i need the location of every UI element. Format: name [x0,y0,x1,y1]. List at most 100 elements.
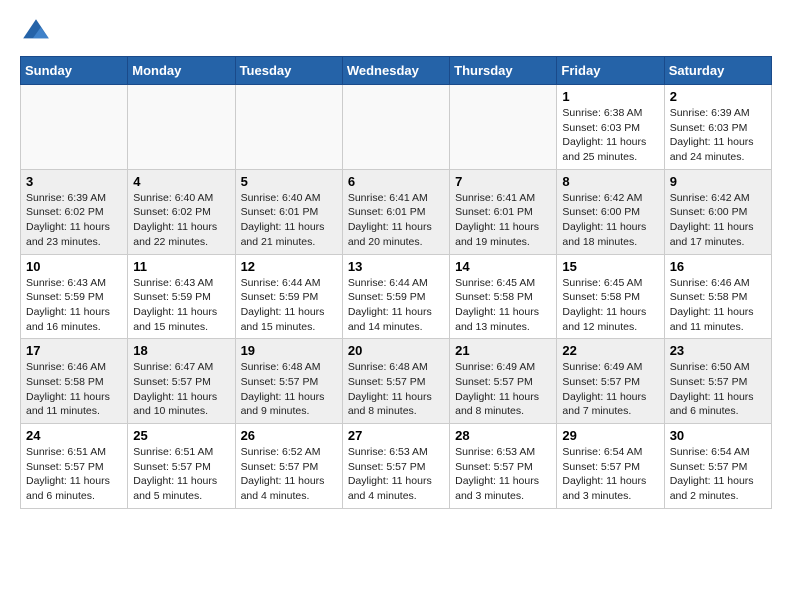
calendar-cell: 27 Sunrise: 6:53 AM Sunset: 5:57 PM Dayli… [342,424,449,509]
day-number: 28 [455,428,551,443]
day-info: Sunrise: 6:54 AM Sunset: 5:57 PM Dayligh… [670,445,766,504]
calendar-cell [21,85,128,170]
calendar-cell: 9 Sunrise: 6:42 AM Sunset: 6:00 PM Daylig… [664,169,771,254]
day-info: Sunrise: 6:49 AM Sunset: 5:57 PM Dayligh… [455,360,551,419]
day-number: 2 [670,89,766,104]
calendar-cell: 28 Sunrise: 6:53 AM Sunset: 5:57 PM Dayli… [450,424,557,509]
weekday-header: Monday [128,57,235,85]
day-number: 19 [241,343,337,358]
weekday-header: Friday [557,57,664,85]
day-number: 17 [26,343,122,358]
weekday-header: Thursday [450,57,557,85]
calendar-cell: 1 Sunrise: 6:38 AM Sunset: 6:03 PM Daylig… [557,85,664,170]
calendar-cell: 17 Sunrise: 6:46 AM Sunset: 5:58 PM Dayli… [21,339,128,424]
day-info: Sunrise: 6:46 AM Sunset: 5:58 PM Dayligh… [26,360,122,419]
calendar-header-row: SundayMondayTuesdayWednesdayThursdayFrid… [21,57,772,85]
calendar-cell: 24 Sunrise: 6:51 AM Sunset: 5:57 PM Dayli… [21,424,128,509]
calendar-cell: 10Sunrise: 6:43 AM Sunset: 5:59 PM Dayli… [21,254,128,339]
calendar-cell [342,85,449,170]
calendar-cell [450,85,557,170]
weekday-header: Sunday [21,57,128,85]
day-number: 16 [670,259,766,274]
day-number: 29 [562,428,658,443]
weekday-header: Tuesday [235,57,342,85]
day-info: Sunrise: 6:53 AM Sunset: 5:57 PM Dayligh… [348,445,444,504]
day-number: 24 [26,428,122,443]
calendar-cell: 4 Sunrise: 6:40 AM Sunset: 6:02 PM Daylig… [128,169,235,254]
day-info: Sunrise: 6:53 AM Sunset: 5:57 PM Dayligh… [455,445,551,504]
calendar-cell: 18 Sunrise: 6:47 AM Sunset: 5:57 PM Dayli… [128,339,235,424]
calendar-cell: 30 Sunrise: 6:54 AM Sunset: 5:57 PM Dayli… [664,424,771,509]
calendar-cell: 13Sunrise: 6:44 AM Sunset: 5:59 PM Dayli… [342,254,449,339]
day-info: Sunrise: 6:41 AM Sunset: 6:01 PM Dayligh… [455,191,551,250]
calendar-cell: 14Sunrise: 6:45 AM Sunset: 5:58 PM Dayli… [450,254,557,339]
calendar-cell: 20Sunrise: 6:48 AM Sunset: 5:57 PM Dayli… [342,339,449,424]
day-number: 18 [133,343,229,358]
day-number: 1 [562,89,658,104]
calendar-cell: 8 Sunrise: 6:42 AM Sunset: 6:00 PM Daylig… [557,169,664,254]
day-info: Sunrise: 6:43 AM Sunset: 5:59 PM Dayligh… [26,276,122,335]
day-info: Sunrise: 6:45 AM Sunset: 5:58 PM Dayligh… [562,276,658,335]
calendar-cell: 6Sunrise: 6:41 AM Sunset: 6:01 PM Daylig… [342,169,449,254]
day-info: Sunrise: 6:40 AM Sunset: 6:01 PM Dayligh… [241,191,337,250]
calendar-cell: 5 Sunrise: 6:40 AM Sunset: 6:01 PM Daylig… [235,169,342,254]
day-number: 8 [562,174,658,189]
day-number: 22 [562,343,658,358]
day-info: Sunrise: 6:41 AM Sunset: 6:01 PM Dayligh… [348,191,444,250]
day-info: Sunrise: 6:40 AM Sunset: 6:02 PM Dayligh… [133,191,229,250]
calendar-cell: 3 Sunrise: 6:39 AM Sunset: 6:02 PM Daylig… [21,169,128,254]
day-number: 27 [348,428,444,443]
calendar-cell: 2Sunrise: 6:39 AM Sunset: 6:03 PM Daylig… [664,85,771,170]
logo-icon [20,16,52,48]
day-number: 4 [133,174,229,189]
calendar-cell [235,85,342,170]
day-number: 15 [562,259,658,274]
day-info: Sunrise: 6:46 AM Sunset: 5:58 PM Dayligh… [670,276,766,335]
day-number: 12 [241,259,337,274]
day-info: Sunrise: 6:44 AM Sunset: 5:59 PM Dayligh… [348,276,444,335]
day-info: Sunrise: 6:38 AM Sunset: 6:03 PM Dayligh… [562,106,658,165]
day-info: Sunrise: 6:48 AM Sunset: 5:57 PM Dayligh… [241,360,337,419]
day-info: Sunrise: 6:39 AM Sunset: 6:02 PM Dayligh… [26,191,122,250]
day-info: Sunrise: 6:50 AM Sunset: 5:57 PM Dayligh… [670,360,766,419]
day-number: 30 [670,428,766,443]
day-number: 5 [241,174,337,189]
calendar-table: SundayMondayTuesdayWednesdayThursdayFrid… [20,56,772,509]
calendar-cell: 12Sunrise: 6:44 AM Sunset: 5:59 PM Dayli… [235,254,342,339]
calendar-cell: 7 Sunrise: 6:41 AM Sunset: 6:01 PM Daylig… [450,169,557,254]
calendar-cell: 16 Sunrise: 6:46 AM Sunset: 5:58 PM Dayli… [664,254,771,339]
logo [20,16,56,48]
day-number: 14 [455,259,551,274]
day-number: 9 [670,174,766,189]
calendar-week-row: 1 Sunrise: 6:38 AM Sunset: 6:03 PM Daylig… [21,85,772,170]
day-info: Sunrise: 6:42 AM Sunset: 6:00 PM Dayligh… [562,191,658,250]
day-info: Sunrise: 6:42 AM Sunset: 6:00 PM Dayligh… [670,191,766,250]
calendar-cell: 25 Sunrise: 6:51 AM Sunset: 5:57 PM Dayli… [128,424,235,509]
page-header [20,16,772,48]
day-info: Sunrise: 6:51 AM Sunset: 5:57 PM Dayligh… [26,445,122,504]
calendar-cell: 23 Sunrise: 6:50 AM Sunset: 5:57 PM Dayli… [664,339,771,424]
weekday-header: Wednesday [342,57,449,85]
day-number: 7 [455,174,551,189]
calendar-week-row: 3 Sunrise: 6:39 AM Sunset: 6:02 PM Daylig… [21,169,772,254]
day-info: Sunrise: 6:54 AM Sunset: 5:57 PM Dayligh… [562,445,658,504]
calendar-cell: 11 Sunrise: 6:43 AM Sunset: 5:59 PM Dayli… [128,254,235,339]
day-number: 21 [455,343,551,358]
calendar-cell: 29 Sunrise: 6:54 AM Sunset: 5:57 PM Dayli… [557,424,664,509]
day-number: 3 [26,174,122,189]
day-number: 26 [241,428,337,443]
day-info: Sunrise: 6:51 AM Sunset: 5:57 PM Dayligh… [133,445,229,504]
day-number: 25 [133,428,229,443]
day-number: 23 [670,343,766,358]
calendar-week-row: 24 Sunrise: 6:51 AM Sunset: 5:57 PM Dayli… [21,424,772,509]
calendar-cell: 26Sunrise: 6:52 AM Sunset: 5:57 PM Dayli… [235,424,342,509]
day-info: Sunrise: 6:43 AM Sunset: 5:59 PM Dayligh… [133,276,229,335]
calendar-week-row: 17 Sunrise: 6:46 AM Sunset: 5:58 PM Dayli… [21,339,772,424]
day-info: Sunrise: 6:48 AM Sunset: 5:57 PM Dayligh… [348,360,444,419]
weekday-header: Saturday [664,57,771,85]
day-info: Sunrise: 6:47 AM Sunset: 5:57 PM Dayligh… [133,360,229,419]
calendar-cell: 22 Sunrise: 6:49 AM Sunset: 5:57 PM Dayli… [557,339,664,424]
day-info: Sunrise: 6:49 AM Sunset: 5:57 PM Dayligh… [562,360,658,419]
calendar-week-row: 10Sunrise: 6:43 AM Sunset: 5:59 PM Dayli… [21,254,772,339]
day-number: 11 [133,259,229,274]
